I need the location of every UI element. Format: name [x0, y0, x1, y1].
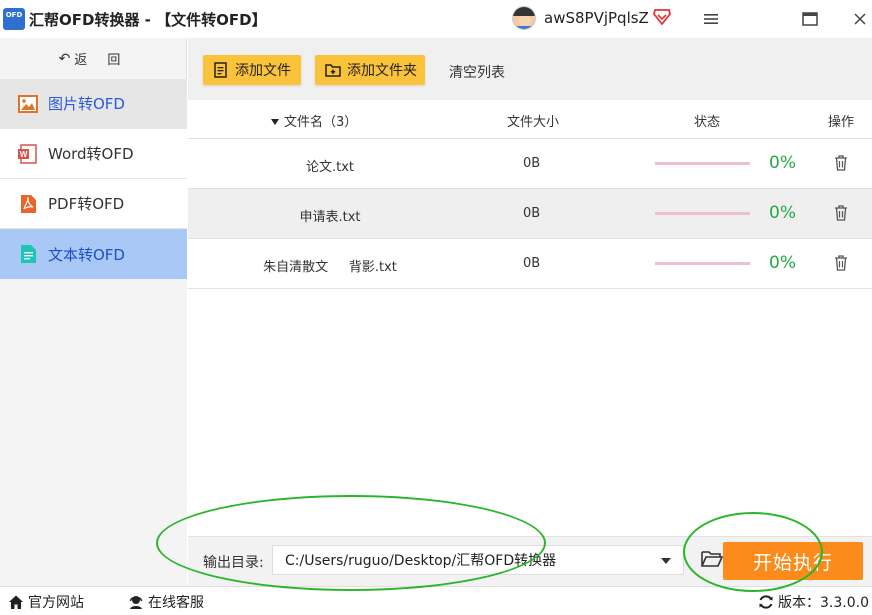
file-size: 0B: [523, 256, 541, 271]
online-service-link[interactable]: 在线客服: [128, 592, 204, 612]
table-row[interactable]: 论文.txt 0B 0%: [188, 139, 872, 189]
text-file-icon: [21, 245, 36, 263]
column-header-status: 状态: [694, 115, 721, 130]
file-size: 0B: [523, 206, 541, 221]
table-row[interactable]: 朱自清散文 背影.txt 0B 0%: [188, 239, 872, 289]
official-website-link[interactable]: 官方网站: [8, 592, 84, 612]
username[interactable]: awS8PVjPqlsZ: [544, 9, 649, 27]
main-panel: 添加文件 添加文件夹 清空列表 文件名（3） 文件大小 状态 操作 论文.txt…: [188, 38, 872, 586]
file-name: 申请表.txt: [299, 210, 361, 225]
sidebar: ↶ 返 回 图片转OFD W Word转OFD PDF转OFD 文本转OFD: [0, 38, 187, 586]
vip-diamond-icon[interactable]: [653, 9, 671, 25]
delete-icon[interactable]: [834, 255, 848, 271]
add-file-icon: [214, 62, 227, 78]
output-bar: 输出目录: C:/Users/ruguo/Desktop/汇帮OFD转换器 开始…: [188, 536, 872, 586]
file-size: 0B: [523, 156, 541, 171]
word-icon: W: [18, 143, 37, 164]
toolbar: 添加文件 添加文件夹 清空列表: [188, 38, 872, 100]
sidebar-item-word-to-ofd[interactable]: W Word转OFD: [0, 129, 187, 179]
menu-icon[interactable]: [699, 8, 723, 30]
progress-percent: 0%: [769, 203, 796, 223]
add-folder-icon: [325, 64, 341, 77]
sidebar-item-label: 文本转OFD: [48, 245, 125, 264]
table-row[interactable]: 申请表.txt 0B 0%: [188, 189, 872, 239]
window-title: 汇帮OFD转换器 - 【文件转OFD】: [29, 11, 267, 29]
file-name: 朱自清散文 背影.txt: [263, 260, 397, 275]
sidebar-item-image-to-ofd[interactable]: 图片转OFD: [0, 79, 187, 129]
progress-bar: [655, 212, 750, 215]
sidebar-item-label: 图片转OFD: [48, 95, 125, 113]
delete-icon[interactable]: [834, 205, 848, 221]
progress-bar: [655, 162, 750, 165]
sidebar-item-label: Word转OFD: [48, 145, 134, 163]
output-dir-label: 输出目录:: [203, 555, 264, 571]
add-file-label: 添加文件: [235, 63, 291, 79]
pdf-icon: [21, 194, 36, 213]
add-folder-label: 添加文件夹: [347, 63, 417, 79]
clear-list-button[interactable]: 清空列表: [449, 62, 505, 82]
refresh-icon: [759, 595, 773, 609]
image-icon: [18, 94, 38, 113]
column-header-size: 文件大小: [507, 115, 560, 130]
output-dir-path: C:/Users/ruguo/Desktop/汇帮OFD转换器: [285, 553, 557, 569]
sidebar-item-text-to-ofd[interactable]: 文本转OFD: [0, 229, 187, 279]
sort-down-icon: [271, 118, 279, 125]
chevron-down-icon: [661, 558, 671, 564]
sidebar-item-pdf-to-ofd[interactable]: PDF转OFD: [0, 179, 187, 229]
svg-text:W: W: [20, 150, 28, 159]
status-bar: 官方网站 在线客服 版本：3.3.0.0: [0, 586, 872, 615]
back-button[interactable]: ↶ 返 回: [0, 38, 187, 79]
column-header-name[interactable]: 文件名（3）: [271, 111, 357, 130]
sidebar-empty-area: [0, 279, 187, 586]
add-folder-button[interactable]: 添加文件夹: [315, 55, 425, 85]
version-info: 版本：3.3.0.0: [758, 592, 869, 612]
home-icon: [9, 595, 23, 609]
folder-open-icon[interactable]: [701, 549, 723, 569]
customer-service-icon: [129, 596, 143, 609]
progress-percent: 0%: [769, 253, 796, 273]
file-table-header: 文件名（3） 文件大小 状态 操作: [188, 100, 872, 139]
delete-icon[interactable]: [834, 155, 848, 171]
start-button[interactable]: 开始执行: [723, 542, 863, 580]
column-header-action: 操作: [828, 115, 855, 130]
title-bar: OFD 汇帮OFD转换器 - 【文件转OFD】 awS8PVjPqlsZ: [0, 0, 872, 38]
back-label: 返 回: [74, 53, 129, 68]
app-logo: OFD: [3, 8, 25, 30]
sidebar-item-label: PDF转OFD: [48, 195, 125, 213]
progress-percent: 0%: [769, 153, 796, 173]
back-arrow-icon: ↶: [58, 50, 71, 67]
add-file-button[interactable]: 添加文件: [203, 55, 301, 85]
close-icon[interactable]: [848, 8, 872, 30]
progress-bar: [655, 262, 750, 265]
maximize-icon[interactable]: [798, 8, 822, 30]
file-name: 论文.txt: [305, 160, 355, 175]
output-dir-select[interactable]: C:/Users/ruguo/Desktop/汇帮OFD转换器: [272, 545, 684, 575]
user-avatar[interactable]: [512, 6, 536, 30]
